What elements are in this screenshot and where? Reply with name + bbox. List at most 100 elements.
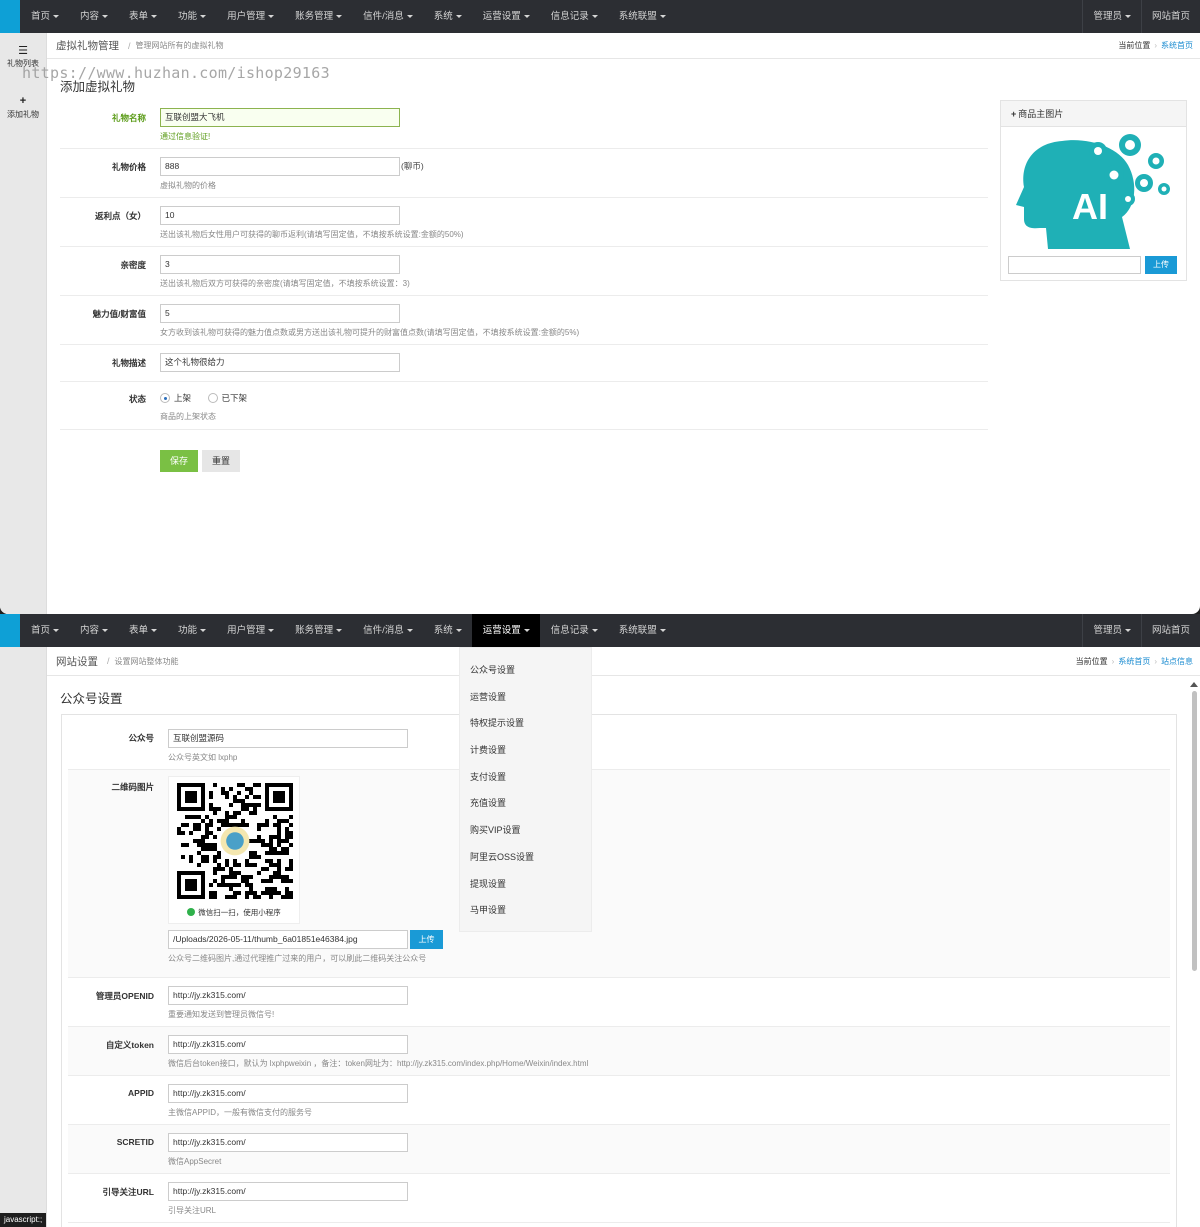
openid-input[interactable]: http://jy.zk315.com/ [168,986,408,1005]
nav-item-label: 账务管理 [295,11,334,22]
site-home-link[interactable]: 网站首页 [1140,0,1200,33]
dropdown-item[interactable]: 马甲设置 [460,897,591,924]
sidebar-item-add-gift[interactable]: + 添加礼物 [0,84,46,135]
nav-item[interactable]: 用户管理 [216,614,284,647]
nav-item-label: 功能 [178,11,198,22]
nav-item[interactable]: 首页 [20,0,69,33]
field-help: 微信后台token接口，默认为 lxphpweixin ，备注：token网址为… [168,1059,589,1068]
intimacy-input[interactable]: 3 [160,255,400,274]
nav-item[interactable]: 首页 [20,614,69,647]
home-link[interactable]: 系统首页 [1118,657,1150,666]
home-link[interactable]: 系统首页 [1161,41,1193,50]
radio-on-shelf[interactable]: 上架 [160,392,191,404]
dropdown-item[interactable]: 运营设置 [460,684,591,711]
nav-item[interactable]: 系统 [423,614,472,647]
token-input[interactable]: http://jy.zk315.com/ [168,1035,408,1054]
reset-button[interactable]: 重置 [202,450,240,472]
nav-item[interactable]: 信件/消息 [352,0,423,33]
gift-desc-input[interactable]: 这个礼物很给力 [160,353,400,372]
nav-item[interactable]: 账务管理 [284,0,352,33]
scroll-up-icon[interactable] [1190,682,1198,687]
scrollbar-thumb[interactable] [1191,691,1197,971]
brand-logo [0,614,20,647]
scrollbar[interactable] [1190,682,1198,1227]
nav-item-label: 账务管理 [295,625,334,636]
nav-item-label: 系统联盟 [618,625,657,636]
appid-input[interactable]: http://jy.zk315.com/ [168,1084,408,1103]
list-icon: ☰ [18,45,28,57]
nav-item[interactable]: 功能 [167,0,216,33]
dropdown-item[interactable]: 提现设置 [460,871,591,898]
nav-item[interactable]: 运营设置 [471,614,540,647]
field-help: 公众号英文如 lxphp [168,753,238,762]
caret-down-icon [455,14,462,18]
charm-input[interactable]: 5 [160,304,400,323]
follow-url-input[interactable]: http://jy.zk315.com/ [168,1182,408,1201]
secret-input[interactable]: http://jy.zk315.com/ [168,1133,408,1152]
nav-item[interactable]: 表单 [118,0,167,33]
radio-off-shelf[interactable]: 已下架 [207,392,248,404]
dropdown-item[interactable]: 特权提示设置 [460,710,591,737]
sidebar-item-label: 添加礼物 [7,110,39,119]
dropdown-item[interactable]: 购买VIP设置 [460,817,591,844]
field-row-token: 自定义token http://jy.zk315.com/ 微信后台token接… [68,1027,1170,1076]
field-row-follow-url: 引导关注URL http://jy.zk315.com/ 引导关注URL [68,1174,1170,1223]
caret-down-icon [591,628,598,632]
admin-menu[interactable]: 管理员 [1082,614,1141,647]
account-input[interactable]: 互联创盟源码 [168,729,408,748]
nav-item[interactable]: 账务管理 [284,614,352,647]
nav-item[interactable]: 内容 [69,614,118,647]
dropdown-item[interactable]: 充值设置 [460,790,591,817]
dropdown-item[interactable]: 阿里云OSS设置 [460,844,591,871]
caret-down-icon [406,14,413,18]
dropdown-item[interactable]: 计费设置 [460,737,591,764]
sidebar [0,647,47,1227]
main-image-panel: + 商品主图片 AI 上传 [1000,100,1187,281]
nav-item[interactable]: 表单 [118,614,167,647]
qrcode-image: 微信扫一扫，使用小程序 [168,776,300,924]
nav-item-label: 用户管理 [227,625,266,636]
gift-name-input[interactable]: 互联创盟大飞机 [160,108,400,127]
upload-button[interactable]: 上传 [1145,256,1177,274]
caption-text: 微信扫一扫，使用小程序 [198,908,281,917]
save-button[interactable]: 保存 [160,450,198,472]
nav-item[interactable]: 信息记录 [540,614,608,647]
field-row-intimacy: 亲密度 3 送出该礼物后双方可获得的亲密度(请填写固定值，不填按系统设置：3) [60,247,988,296]
nav-item-label: 首页 [31,11,51,22]
upload-button[interactable]: 上传 [410,930,443,949]
field-help: 通过信息验证! [160,132,211,141]
radio-label: 已下架 [221,393,248,403]
qrcode-path-input[interactable]: /Uploads/2026-05-11/thumb_6a01851e46384.… [168,930,408,949]
caret-down-icon [659,14,666,18]
caret-down-icon [336,14,343,18]
page-subtitle: 管理网站所有的虚拟礼物 [135,41,224,50]
site-home-link[interactable]: 网站首页 [1140,614,1200,647]
rebate-input[interactable]: 10 [160,206,400,225]
admin-menu[interactable]: 管理员 [1082,0,1141,33]
image-path-input[interactable] [1008,256,1141,274]
nav-item[interactable]: 系统联盟 [608,614,676,647]
gift-price-input[interactable]: 888 [160,157,400,176]
field-label: 返利点（女） [94,211,146,221]
nav-item-label: 功能 [178,625,198,636]
caret-down-icon [523,14,530,18]
nav-item[interactable]: 功能 [167,614,216,647]
dropdown-item[interactable]: 公众号设置 [460,657,591,684]
chevron-right-icon: › [1111,656,1115,666]
field-label: APPID [128,1088,154,1098]
chevron-right-icon: › [1154,41,1157,50]
breadcrumb: 虚拟礼物管理 / 管理网站所有的虚拟礼物 当前位置 › 系统首页 [47,33,1200,59]
nav-item[interactable]: 系统联盟 [608,0,676,33]
nav-item[interactable]: 内容 [69,0,118,33]
nav-item[interactable]: 系统 [423,0,472,33]
nav-item[interactable]: 信息记录 [540,0,608,33]
nav-item[interactable]: 运营设置 [472,0,540,33]
field-row-secret: SCRETID http://jy.zk315.com/ 微信AppSecret [68,1125,1170,1174]
dropdown-item[interactable]: 支付设置 [460,764,591,791]
site-info-link[interactable]: 站点信息 [1161,657,1193,666]
nav-item[interactable]: 信件/消息 [352,614,423,647]
brand-logo [0,0,20,33]
nav-item-label: 管理员 [1093,625,1122,636]
field-label: 礼物描述 [111,358,146,368]
nav-item[interactable]: 用户管理 [216,0,284,33]
